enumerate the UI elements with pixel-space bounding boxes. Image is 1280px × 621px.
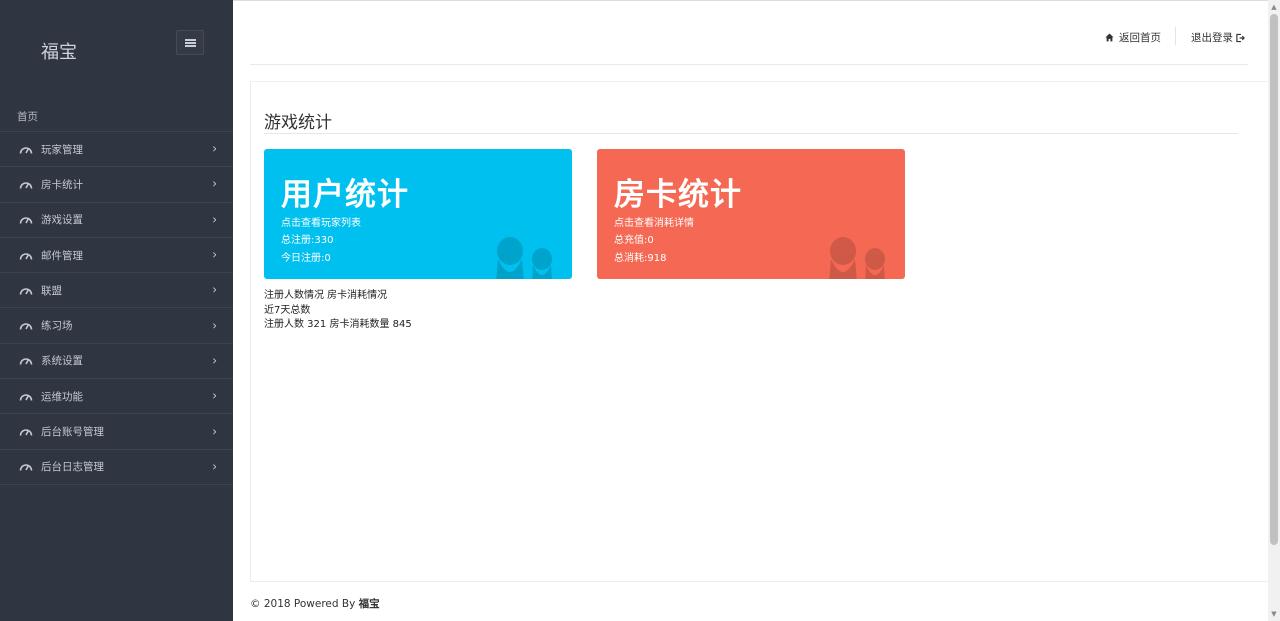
sidebar-item-label: 房卡统计 [41,178,83,191]
sidebar-item-label: 系统设置 [41,355,83,368]
stats-period: 近7天总数 [264,304,311,316]
title-divider [264,133,1238,134]
page-title: 游戏统计 [264,113,332,133]
chevron-right-icon: › [212,459,217,474]
sidebar-item-player-management[interactable]: 玩家管理 › [0,132,233,168]
sidebar-item-label: 游戏设置 [41,214,83,227]
logout-link[interactable]: 退出登录 [1191,30,1245,45]
sidebar-toggle-button[interactable] [176,30,204,55]
hamburger-icon [184,38,196,47]
top-navbar: 返回首页 退出登录 [250,1,1248,65]
footer-prefix: © 2018 Powered By [250,598,356,610]
sidebar-item-label: 后台账号管理 [41,426,104,439]
dashboard-icon [19,392,33,401]
navbar-divider [1175,27,1176,45]
chevron-right-icon: › [212,388,217,403]
sidebar-item-label: 联盟 [41,284,62,297]
sidebar-item-game-settings[interactable]: 游戏设置 › [0,203,233,238]
scroll-up-arrow-icon[interactable]: ▲ [1270,2,1278,12]
dashboard-icon [19,462,33,471]
total-registered: 总注册:330 [281,235,334,246]
dashboard-icon [19,145,33,154]
view-players-link[interactable]: 点击查看玩家列表 [281,214,361,229]
home-link-label: 返回首页 [1119,32,1161,44]
users-icon [829,237,885,279]
sidebar-item-alliance[interactable]: 联盟 › [0,273,233,309]
chevron-right-icon: › [212,353,217,368]
room-card-stats-card[interactable]: 房卡统计 点击查看消耗详情 总充值:0 总消耗:918 [597,149,905,279]
total-consumption: 总消耗:918 [614,253,667,264]
sidebar-item-label: 运维功能 [41,390,83,403]
sidebar-item-practice-field[interactable]: 练习场 › [0,308,233,344]
sidebar-item-admin-accounts[interactable]: 后台账号管理 › [0,414,233,450]
sidebar-item-system-settings[interactable]: 系统设置 › [0,344,233,380]
sidebar-item-mail-management[interactable]: 邮件管理 › [0,238,233,274]
sign-out-icon [1236,33,1245,42]
vertical-scrollbar[interactable]: ▲ ▼ [1268,0,1280,621]
users-icon [496,237,552,279]
content-panel: 游戏统计 用户统计 点击查看玩家列表 总注册:330 今日注册:0 房卡统计 点… [250,81,1268,581]
sidebar-item-label: 邮件管理 [41,249,83,262]
footer-text: © 2018 Powered By 福宝 [250,596,380,611]
view-consumption-link[interactable]: 点击查看消耗详情 [614,214,694,229]
brand-logo[interactable]: 福宝 [41,38,77,64]
sidebar-item-label: 玩家管理 [41,143,83,156]
home-link[interactable]: 返回首页 [1105,30,1161,45]
dashboard-icon [19,427,33,436]
footer-brand: 福宝 [358,598,380,610]
footer: © 2018 Powered By 福宝 [250,581,1268,621]
stats-header: 注册人数情况 房卡消耗情况 [264,290,388,301]
dashboard-icon [19,251,33,260]
sidebar-item-label: 练习场 [41,320,73,333]
chevron-right-icon: › [212,176,217,191]
card-title: 房卡统计 [614,177,742,213]
chevron-right-icon: › [212,423,217,438]
sidebar-item-admin-logs[interactable]: 后台日志管理 › [0,450,233,485]
user-stats-card[interactable]: 用户统计 点击查看玩家列表 总注册:330 今日注册:0 [264,149,572,279]
sidebar-menu: 玩家管理 › 房卡统计 › 游戏设置 › 邮件管理 › 联盟 › 练习场 › 系… [0,131,233,485]
sidebar-item-label: 后台日志管理 [41,461,104,474]
stats-summary: 注册人数情况 房卡消耗情况 近7天总数 注册人数 321 房卡消耗数量 845 [264,289,412,333]
logout-link-label: 退出登录 [1191,32,1233,44]
dashboard-icon [19,321,33,330]
sidebar-item-ops-functions[interactable]: 运维功能 › [0,379,233,415]
sidebar: 福宝 首页 玩家管理 › 房卡统计 › 游戏设置 › 邮件管理 › 联盟 › 练… [0,0,233,621]
sidebar-item-room-card-stats[interactable]: 房卡统计 › [0,167,233,203]
chevron-right-icon: › [212,247,217,262]
main-area: 返回首页 退出登录 游戏统计 用户统计 点击查看玩家列表 总注册:330 今日注… [233,0,1268,621]
stats-values: 注册人数 321 房卡消耗数量 845 [264,319,412,330]
today-registered: 今日注册:0 [281,253,331,264]
scrollbar-thumb[interactable] [1270,14,1278,545]
dashboard-icon [19,286,33,295]
chevron-right-icon: › [212,282,217,297]
chevron-right-icon: › [212,317,217,332]
scroll-down-arrow-icon[interactable]: ▼ [1270,609,1278,619]
chevron-right-icon: › [212,212,217,227]
home-icon [1105,33,1114,42]
total-recharge: 总充值:0 [614,235,654,246]
chevron-right-icon: › [212,141,217,156]
dashboard-icon [19,180,33,189]
dashboard-icon [19,356,33,366]
sidebar-item-home[interactable]: 首页 [17,109,38,124]
dashboard-icon [19,215,33,224]
card-title: 用户统计 [281,177,409,213]
